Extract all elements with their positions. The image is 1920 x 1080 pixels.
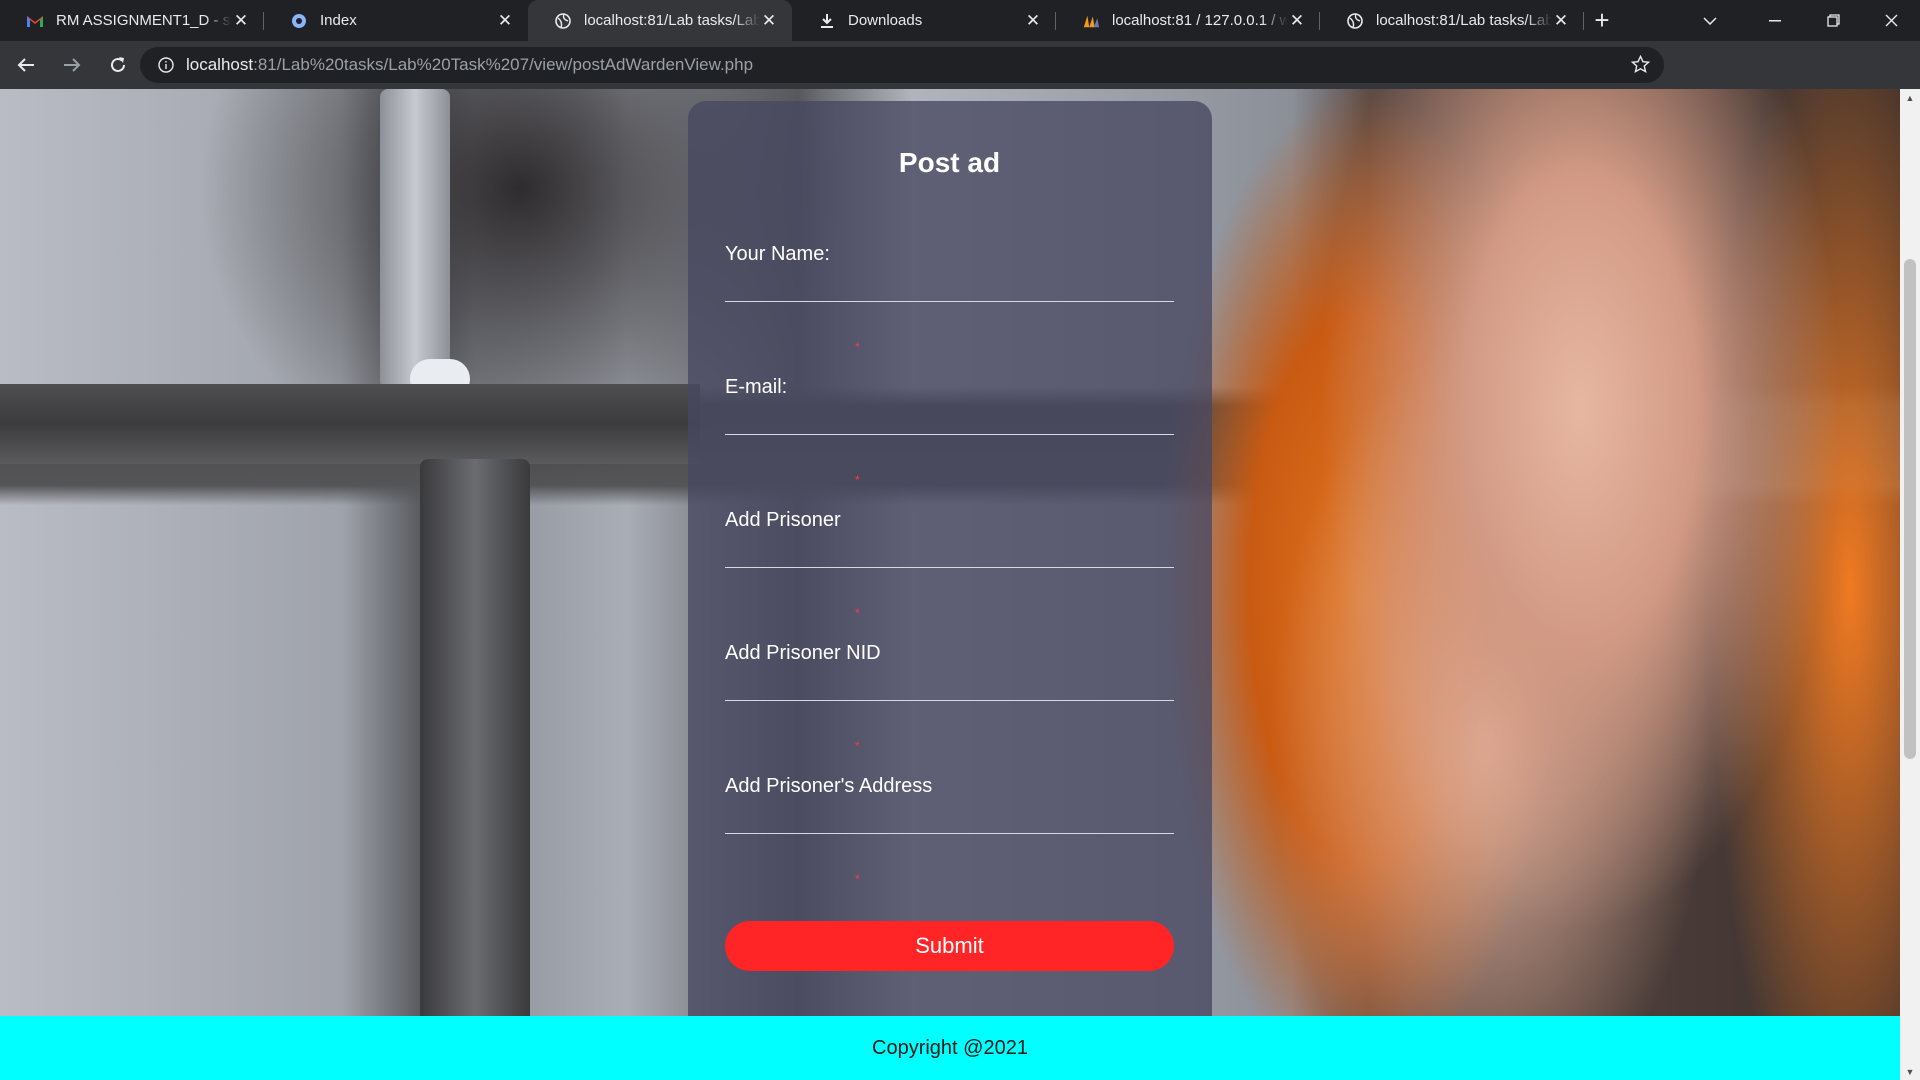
close-icon[interactable]: ✕	[496, 11, 514, 31]
tab-search-button[interactable]	[1690, 0, 1730, 41]
tab-title: localhost:81/Lab tasks/Lab T	[584, 12, 760, 29]
prisoner-nid-field-group: Add Prisoner NID *	[725, 642, 1174, 752]
restore-button[interactable]	[1804, 0, 1862, 41]
arrow-left-icon	[17, 58, 34, 72]
tab-title: Downloads	[848, 12, 923, 29]
close-window-button[interactable]	[1862, 0, 1920, 41]
restore-icon	[1826, 14, 1840, 27]
name-input[interactable]	[725, 266, 1174, 302]
tab-phpmyadmin[interactable]: localhost:81 / 127.0.0.1 / wa ✕	[1056, 0, 1320, 41]
download-icon	[818, 12, 836, 30]
prisoner-address-error-marker: *	[855, 872, 860, 886]
chevron-down-icon	[1703, 16, 1717, 25]
close-icon[interactable]: ✕	[1024, 11, 1042, 31]
browser-toolbar: localhost:81/Lab%20tasks/Lab%20Task%207/…	[0, 41, 1920, 119]
reload-icon	[111, 57, 125, 72]
globe-icon	[554, 12, 572, 30]
minimize-button[interactable]	[1746, 0, 1804, 41]
tab-title: Index	[320, 12, 357, 29]
prisoner-nid-error-marker: *	[855, 739, 860, 753]
url-text: localhost:81/Lab%20tasks/Lab%20Task%207/…	[186, 55, 753, 75]
submit-button[interactable]: Submit	[725, 921, 1174, 971]
new-tab-button[interactable]: +	[1584, 0, 1620, 41]
page-footer: Copyright @2021	[0, 1016, 1900, 1080]
email-label: E-mail:	[725, 376, 788, 398]
tab-separator	[1583, 12, 1584, 30]
prisoner-nid-input[interactable]	[725, 665, 1174, 701]
form-title: Post ad	[898, 147, 1001, 178]
prisoner-field-group: Add Prisoner *	[725, 509, 1174, 619]
tab-downloads[interactable]: Downloads ✕	[792, 0, 1056, 41]
name-label: Your Name:	[725, 243, 830, 265]
back-button[interactable]	[6, 45, 46, 85]
tab-gmail[interactable]: RM ASSIGNMENT1_D - sho ✕	[0, 0, 264, 41]
prisoner-address-field-group: Add Prisoner's Address *	[725, 775, 1174, 885]
phpmyadmin-icon	[1082, 12, 1100, 30]
scroll-up-arrow-icon[interactable]: ▲	[1900, 89, 1920, 106]
background-bar-vertical	[380, 89, 450, 389]
globe-shield-icon	[290, 12, 308, 30]
close-icon[interactable]: ✕	[232, 11, 250, 31]
background-bar-horizontal	[0, 384, 700, 464]
prisoner-label: Add Prisoner	[725, 509, 841, 531]
address-bar[interactable]: localhost:81/Lab%20tasks/Lab%20Task%207/…	[140, 47, 1664, 83]
background-bar-lower	[420, 459, 530, 1079]
close-icon[interactable]: ✕	[1288, 11, 1306, 31]
prisoner-address-label: Add Prisoner's Address	[725, 775, 933, 797]
tab-lab-tasks[interactable]: localhost:81/Lab tasks/Lab ✕	[1320, 0, 1584, 41]
vertical-scrollbar[interactable]: ▲ ▼	[1900, 89, 1920, 1080]
copyright-text: Copyright @2021	[872, 1036, 1028, 1059]
url-path: :81/Lab%20tasks/Lab%20Task%207/view/post…	[253, 55, 754, 74]
globe-icon	[1346, 12, 1364, 30]
info-icon[interactable]	[148, 57, 184, 73]
prisoner-address-input[interactable]	[725, 798, 1174, 834]
close-icon[interactable]: ✕	[760, 11, 778, 31]
reload-button[interactable]	[98, 45, 138, 85]
url-host: localhost	[186, 55, 254, 74]
post-ad-form: Post ad Your Name: * E-mail: * Add Priso…	[688, 101, 1212, 1017]
minimize-icon	[1769, 19, 1781, 21]
name-error-marker: *	[855, 340, 860, 354]
tab-index[interactable]: Index ✕	[264, 0, 528, 41]
prisoner-input[interactable]	[725, 532, 1174, 568]
name-field-group: Your Name: *	[725, 243, 1174, 353]
email-error-marker: *	[855, 473, 860, 487]
plus-icon: +	[1594, 5, 1610, 35]
arrow-right-icon	[64, 58, 81, 72]
prisoner-nid-label: Add Prisoner NID	[725, 642, 881, 664]
tab-post-ad[interactable]: localhost:81/Lab tasks/Lab T ✕	[528, 0, 792, 41]
tab-title: RM ASSIGNMENT1_D - sho	[56, 12, 232, 29]
tab-title: localhost:81/Lab tasks/Lab	[1376, 12, 1552, 29]
close-icon	[1885, 14, 1897, 27]
tab-title: localhost:81 / 127.0.0.1 / wa	[1112, 12, 1288, 29]
bookmark-star-icon[interactable]	[1630, 54, 1651, 79]
email-field-group: E-mail: *	[725, 376, 1174, 486]
forward-button[interactable]	[52, 45, 92, 85]
tab-strip: RM ASSIGNMENT1_D - sho ✕ Index ✕ localho…	[0, 0, 1920, 41]
gmail-icon	[26, 12, 44, 30]
email-input[interactable]	[725, 399, 1174, 435]
scrollbar-thumb[interactable]	[1904, 259, 1916, 759]
window-controls	[1746, 0, 1920, 41]
prisoner-error-marker: *	[855, 606, 860, 620]
close-icon[interactable]: ✕	[1552, 11, 1570, 31]
scroll-down-arrow-icon[interactable]: ▼	[1900, 1063, 1920, 1080]
